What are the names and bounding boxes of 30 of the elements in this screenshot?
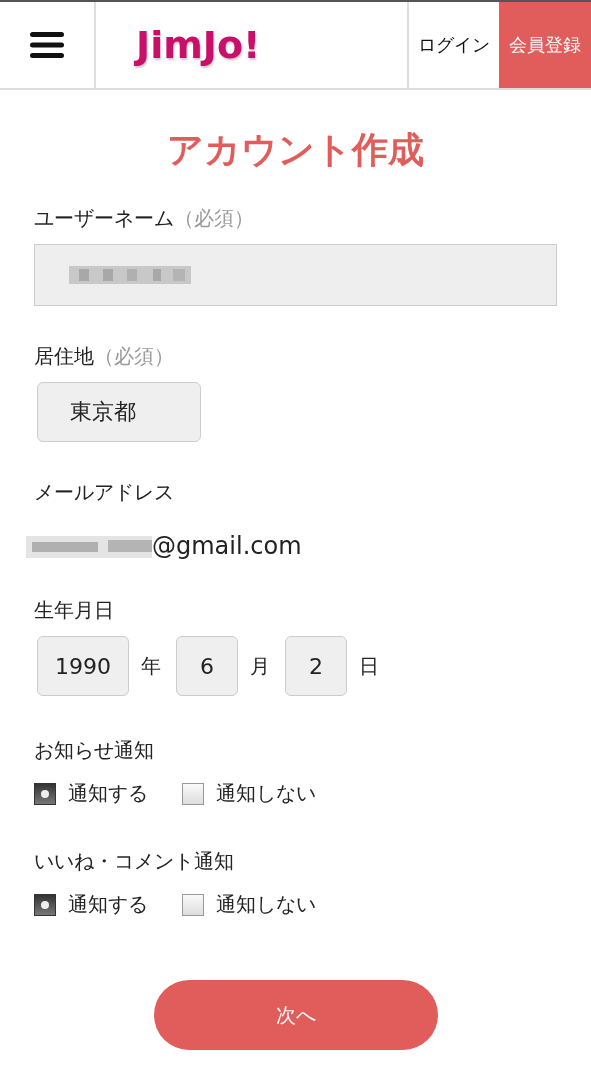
field-label: お知らせ通知: [34, 738, 154, 762]
option-label: 通知する: [68, 891, 148, 918]
year-field[interactable]: 1990: [37, 636, 129, 696]
field-label: ユーザーネーム: [34, 206, 174, 230]
register-button[interactable]: 会員登録: [499, 2, 591, 88]
page-title: アカウント作成: [166, 132, 425, 168]
unit-label: 年: [140, 652, 162, 680]
residence-select[interactable]: 東京都: [37, 382, 201, 442]
unit-label: 日: [358, 652, 380, 680]
next-button[interactable]: 次へ: [153, 980, 438, 1050]
field-label: 生年月日: [34, 598, 114, 622]
radio-button[interactable]: [182, 893, 204, 916]
radio-button[interactable]: [182, 782, 204, 805]
email-value: @gmail.com: [152, 532, 302, 560]
required-note: （必須）: [174, 206, 254, 230]
menu-icon[interactable]: [30, 31, 64, 59]
field-label: 居住地: [34, 344, 94, 368]
unit-label: 月: [249, 652, 271, 680]
field-label: いいね・コメント通知: [34, 849, 234, 873]
logo[interactable]: JimJo!: [136, 23, 261, 67]
username-field[interactable]: [34, 244, 557, 306]
month-field[interactable]: 6: [176, 636, 238, 696]
radio-button[interactable]: [34, 782, 56, 805]
option-label: 通知しない: [216, 891, 316, 918]
required-note: （必須）: [94, 344, 174, 368]
radio-button[interactable]: [34, 893, 56, 916]
option-label: 通知する: [68, 780, 148, 807]
day-field[interactable]: 2: [285, 636, 347, 696]
option-label: 通知しない: [216, 780, 316, 807]
field-label: メールアドレス: [34, 480, 174, 504]
